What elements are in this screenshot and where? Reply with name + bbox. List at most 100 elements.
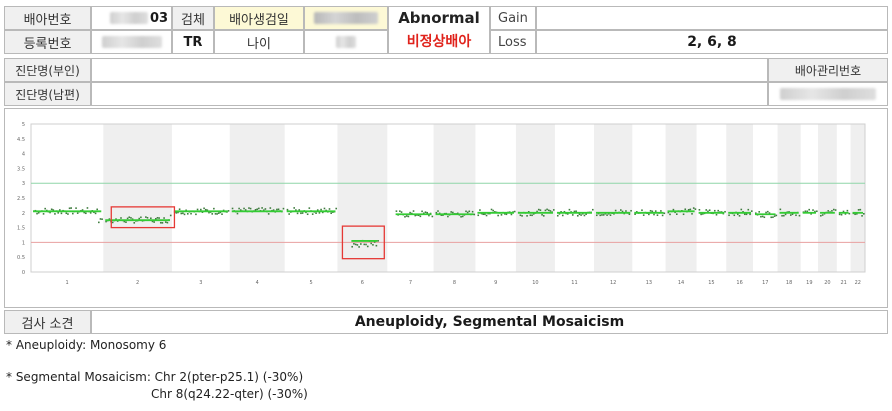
data-point-chr16 <box>740 208 743 211</box>
data-point-chr8 <box>450 211 452 213</box>
data-point-chr8 <box>465 210 467 213</box>
data-point-chr15 <box>715 213 718 216</box>
data-point-chr6 <box>366 245 369 248</box>
data-point-chr17 <box>770 216 773 219</box>
data-point-chr1 <box>36 212 38 215</box>
data-point-chr1 <box>67 213 69 215</box>
data-point-chr3 <box>227 210 230 212</box>
data-point-chr3 <box>186 213 189 215</box>
x-tick-label-7: 7 <box>409 280 412 286</box>
data-point-chr9 <box>500 214 503 216</box>
data-point-chr3 <box>195 213 197 216</box>
data-point-chr18 <box>795 214 797 217</box>
data-point-chr4 <box>269 207 272 209</box>
data-point-chr9 <box>477 214 480 217</box>
data-point-chr13 <box>663 212 666 215</box>
data-point-chr6 <box>360 243 362 245</box>
findings-summary-text: Aneuploidy, Segmental Mosaicism <box>354 314 625 330</box>
data-point-chr2 <box>153 221 155 223</box>
data-point-chr13 <box>648 213 650 216</box>
data-point-chr7 <box>405 215 408 217</box>
data-point-chr16 <box>747 208 750 211</box>
data-point-chr5 <box>320 208 322 211</box>
data-point-chr1 <box>37 211 40 214</box>
registration-number-label: 등록번호 <box>4 30 91 54</box>
data-point-chr16 <box>728 214 730 217</box>
data-point-chr2 <box>133 222 136 224</box>
data-point-chr7 <box>424 211 427 213</box>
data-point-chr1 <box>76 212 79 214</box>
specimen-label: 검체 <box>172 6 214 30</box>
data-point-chr1 <box>44 207 46 210</box>
data-point-chr2 <box>128 216 131 219</box>
diagnosis-husband-label-text: 진단명(남편) <box>15 87 80 102</box>
embryo-management-value <box>768 82 888 106</box>
data-point-chr20 <box>832 208 835 211</box>
data-point-chr21 <box>838 213 841 216</box>
data-point-chr10 <box>541 213 543 216</box>
data-point-chr7 <box>431 215 434 218</box>
diagnosis-wife-value <box>91 58 768 82</box>
data-point-chr12 <box>609 214 612 216</box>
data-point-chr5 <box>300 212 302 215</box>
data-point-chr11 <box>576 214 579 217</box>
x-tick-label-3: 3 <box>199 280 202 286</box>
data-point-chr9 <box>505 213 508 216</box>
data-point-chr5 <box>323 207 326 210</box>
data-point-chr20 <box>820 214 822 217</box>
embryo-number-label-text: 배아번호 <box>23 12 72 28</box>
chromosome-band-16 <box>726 124 753 272</box>
data-point-chr17 <box>758 211 761 213</box>
data-point-chr1 <box>98 221 100 224</box>
data-point-chr6 <box>370 242 373 245</box>
biopsy-date-label: 배아생검일 <box>214 6 304 30</box>
data-point-chr14 <box>684 208 687 211</box>
gain-value <box>536 6 888 30</box>
x-tick-label-2: 2 <box>136 280 139 286</box>
data-point-chr21 <box>846 209 849 212</box>
data-point-chr12 <box>601 214 603 216</box>
data-point-chr18 <box>779 208 782 211</box>
findings-label: 검사 소견 <box>4 310 91 334</box>
data-point-chr4 <box>261 207 263 209</box>
data-point-chr9 <box>490 208 493 211</box>
age-value <box>304 30 388 54</box>
finding-segmental-mosaicism-chr8: Chr 8(q24.22-qter) (-30%) <box>151 387 308 401</box>
data-point-chr1 <box>54 213 56 215</box>
data-point-chr4 <box>282 207 285 210</box>
redacted-age <box>336 36 356 48</box>
data-point-chr10 <box>547 209 550 212</box>
data-point-chr17 <box>773 215 776 217</box>
embryo-number-label: 배아번호 <box>4 6 91 30</box>
data-point-chr2 <box>111 221 114 224</box>
data-point-chr1 <box>86 207 89 209</box>
data-point-chr5 <box>311 213 314 215</box>
loss-value-text: 2, 6, 8 <box>687 34 737 50</box>
data-point-chr6 <box>363 243 366 246</box>
data-point-chr10 <box>552 209 555 211</box>
redacted-registration-number <box>101 36 162 48</box>
data-point-chr18 <box>798 214 801 217</box>
chromosome-band-22 <box>850 124 865 272</box>
registration-number-value <box>91 30 172 54</box>
data-point-chr13 <box>642 214 645 216</box>
data-point-chr19 <box>804 210 807 213</box>
y-tick-label: 3.5 <box>17 166 25 172</box>
x-tick-label-10: 10 <box>532 280 538 286</box>
data-point-chr3 <box>200 208 202 211</box>
y-tick-label: 3 <box>22 181 25 187</box>
redacted-embryo-management-number <box>780 88 876 100</box>
data-point-chr5 <box>296 212 299 215</box>
data-point-chr12 <box>614 209 617 212</box>
data-point-chr10 <box>521 215 523 217</box>
data-point-chr8 <box>471 210 474 213</box>
x-tick-label-9: 9 <box>494 280 497 286</box>
redacted-biopsy-date <box>314 12 378 24</box>
data-point-chr16 <box>733 214 736 217</box>
y-tick-label: 0 <box>22 270 25 276</box>
data-point-chr7 <box>412 210 415 212</box>
diagnosis-wife-label-text: 진단명(부인) <box>15 63 80 78</box>
data-point-chr1 <box>89 212 92 214</box>
data-point-chr18 <box>784 213 787 216</box>
data-point-chr10 <box>542 215 545 217</box>
